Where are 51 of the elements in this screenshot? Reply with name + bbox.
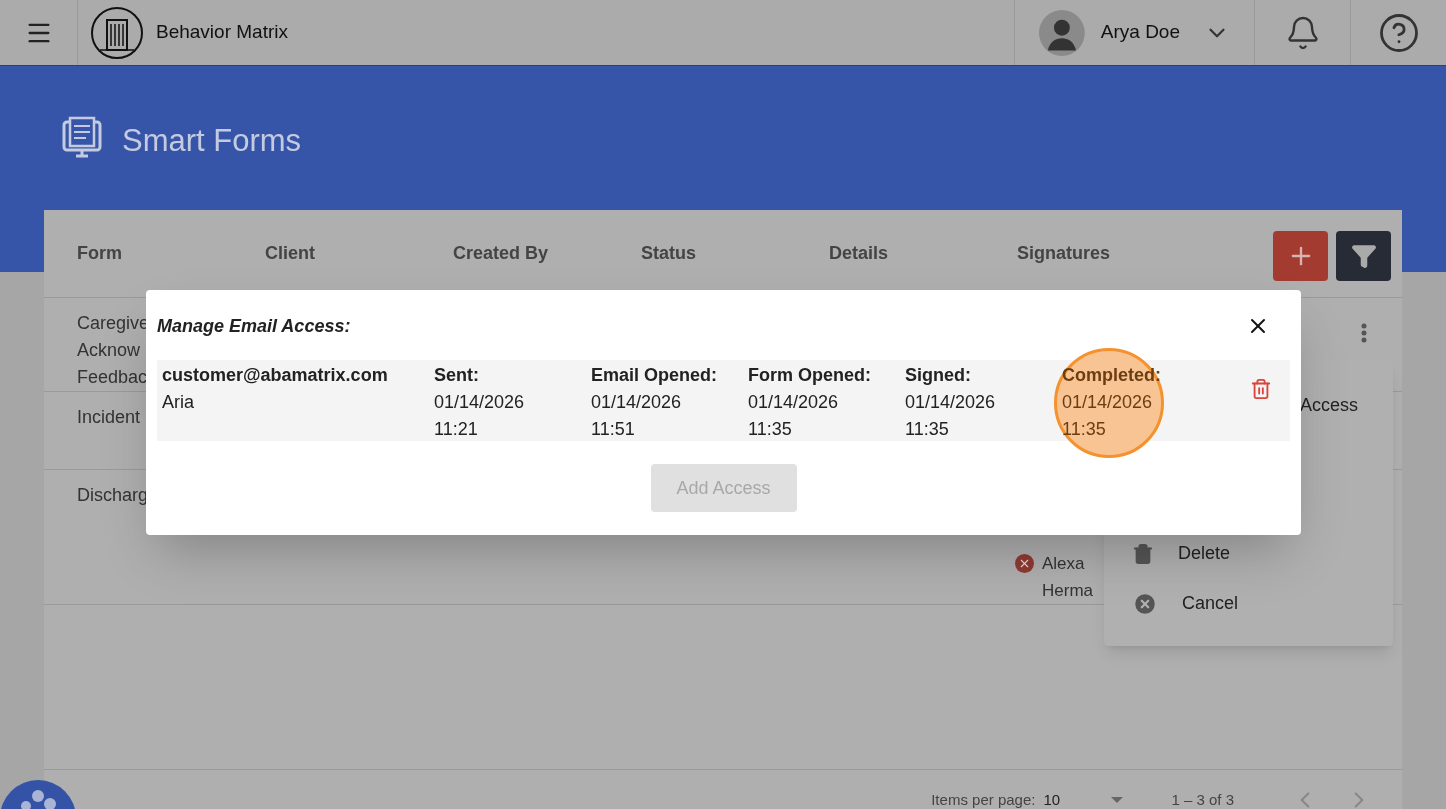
column-header: Client bbox=[265, 242, 316, 265]
help-icon[interactable] bbox=[1377, 11, 1420, 54]
user-menu-button[interactable]: Arya Doe bbox=[1100, 18, 1230, 47]
form-name: Discharg bbox=[77, 484, 147, 507]
form-name: Incident bbox=[77, 406, 142, 429]
menu-item[interactable]: Cancel bbox=[1132, 590, 1239, 617]
event-date: 01/14/2026 bbox=[748, 391, 840, 414]
row-actions-button[interactable] bbox=[1361, 323, 1367, 343]
event-time: 11:21 bbox=[434, 418, 479, 441]
trash-icon bbox=[1132, 542, 1154, 565]
column-header: Form bbox=[77, 242, 123, 265]
event-label: Sent: bbox=[434, 364, 480, 387]
app-name: Behavior Matrix bbox=[156, 20, 288, 45]
column-header: Created By bbox=[453, 242, 550, 265]
page-size-select[interactable]: 10 bbox=[1043, 788, 1124, 809]
form-name: Feedbac bbox=[77, 366, 147, 389]
event-date: 01/14/2026 bbox=[1062, 391, 1154, 414]
filter-button[interactable] bbox=[1336, 230, 1391, 281]
trash-icon bbox=[1250, 378, 1272, 400]
form-name: Caregive bbox=[77, 312, 147, 335]
dialog-title: Manage Email Access: bbox=[157, 314, 351, 338]
event-label: Email Opened: bbox=[591, 364, 719, 387]
building-logo-icon bbox=[90, 5, 144, 60]
event-date: 01/14/2026 bbox=[591, 391, 683, 414]
menu-item[interactable]: Delete bbox=[1132, 540, 1231, 567]
page-range: 1 – 3 of 3 bbox=[1171, 789, 1234, 809]
event-date: 01/14/2026 bbox=[434, 391, 526, 414]
recipient-email: customer@abamatrix.com bbox=[162, 364, 389, 387]
event-time: 11:35 bbox=[748, 418, 793, 441]
page-title: Smart Forms bbox=[122, 122, 302, 160]
event-time: 11:51 bbox=[591, 418, 636, 441]
form-name: Acknow bbox=[77, 339, 142, 362]
dropdown-caret-icon bbox=[1111, 797, 1124, 803]
event-label: Form Opened: bbox=[748, 364, 872, 387]
recipient-name: Aria bbox=[162, 391, 195, 414]
chat-widget-icon[interactable] bbox=[0, 778, 76, 809]
add-button[interactable] bbox=[1273, 230, 1328, 281]
event-time: 11:35 bbox=[1062, 418, 1107, 441]
event-time: 11:35 bbox=[905, 418, 950, 441]
kebab-menu-icon bbox=[1361, 323, 1367, 343]
filter-icon bbox=[1350, 242, 1377, 269]
column-header: Status bbox=[641, 242, 697, 265]
menu-item[interactable]: Access bbox=[1300, 392, 1359, 419]
signer-name: Alexa bbox=[1042, 553, 1086, 575]
delete-access-button[interactable] bbox=[1250, 378, 1272, 400]
event-label: Signed: bbox=[905, 364, 972, 387]
column-header: Details bbox=[829, 242, 890, 265]
column-header: Signatures bbox=[1017, 242, 1112, 265]
event-date: 01/14/2026 bbox=[905, 391, 997, 414]
signer-name: Herma bbox=[1042, 580, 1093, 602]
items-per-page-label: Items per page: bbox=[931, 789, 1036, 809]
